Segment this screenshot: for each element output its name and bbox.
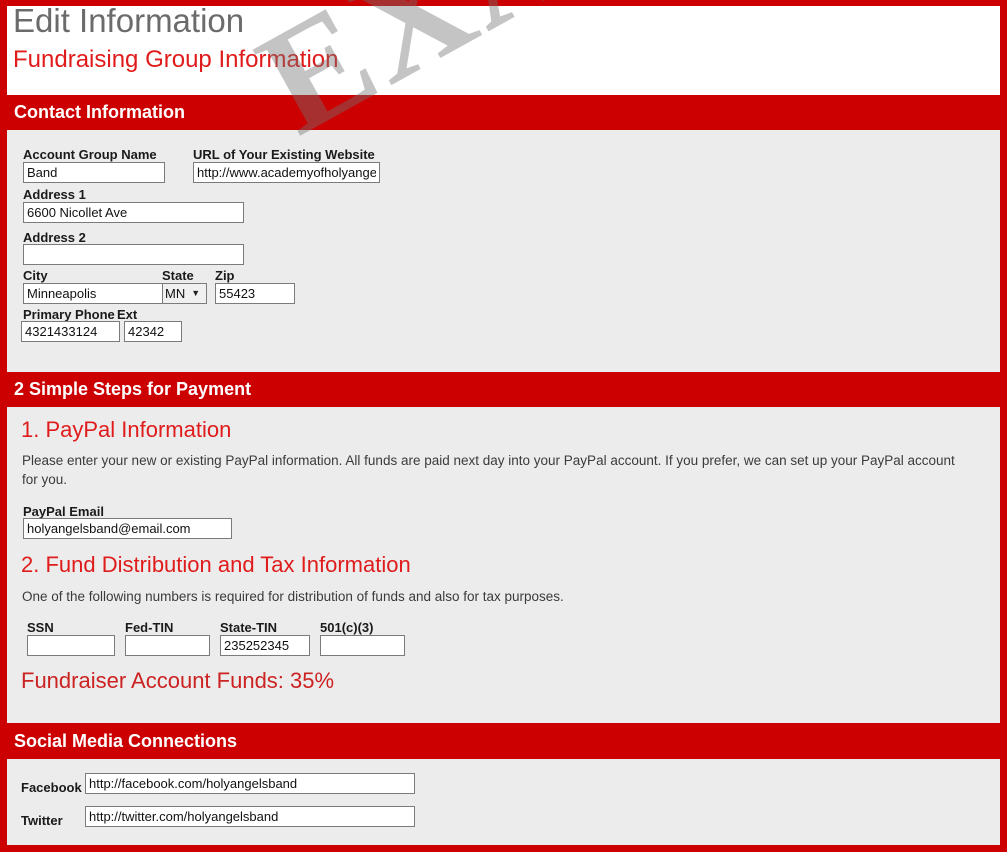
edit-information-page: Edit Information Fundraising Group Infor… (0, 0, 1007, 852)
section-header-payment: 2 Simple Steps for Payment (0, 372, 1007, 407)
website-url-input[interactable] (193, 162, 380, 183)
label-zip: Zip (215, 268, 235, 283)
primary-phone-input[interactable] (21, 321, 120, 342)
state-tin-input[interactable] (220, 635, 310, 656)
step1-paragraph: Please enter your new or existing PayPal… (22, 453, 955, 487)
label-ssn: SSN (27, 620, 54, 635)
nonprofit-501c3-input[interactable] (320, 635, 405, 656)
step2-paragraph: One of the following numbers is required… (22, 589, 564, 604)
paypal-email-input[interactable] (23, 518, 232, 539)
label-city: City (23, 268, 48, 283)
label-address2: Address 2 (23, 230, 86, 245)
address1-input[interactable] (23, 202, 244, 223)
label-account-group-name: Account Group Name (23, 147, 157, 162)
section-header-contact-label: Contact Information (14, 102, 185, 122)
label-address1: Address 1 (23, 187, 86, 202)
fed-tin-input[interactable] (125, 635, 210, 656)
page-title: Edit Information (13, 2, 245, 39)
city-input[interactable] (23, 283, 168, 304)
section-header-social-label: Social Media Connections (14, 730, 238, 751)
contact-information-panel: Account Group Name URL of Your Existing … (7, 130, 1000, 372)
label-website-url: URL of Your Existing Website (193, 147, 375, 162)
state-select[interactable]: MN ▼ (162, 283, 207, 304)
address2-input[interactable] (23, 244, 244, 265)
label-ext: Ext (117, 307, 138, 322)
label-twitter: Twitter (21, 813, 63, 828)
ssn-input[interactable] (27, 635, 115, 656)
section-header-social-media: Social Media Connections (0, 723, 1007, 759)
step2-heading: 2. Fund Distribution and Tax Information (21, 552, 411, 577)
fundraiser-account-funds: Fundraiser Account Funds: 35% (21, 668, 335, 693)
label-fed-tin: Fed-TIN (125, 620, 174, 635)
label-primary-phone: Primary Phone (23, 307, 115, 322)
section-header-payment-label: 2 Simple Steps for Payment (14, 379, 252, 399)
account-group-name-input[interactable] (23, 162, 165, 183)
social-media-panel: Facebook Twitter (7, 759, 1000, 845)
facebook-url-input[interactable] (85, 773, 415, 794)
state-select-value: MN (165, 286, 186, 301)
zip-input[interactable] (215, 283, 295, 304)
label-facebook: Facebook (21, 780, 82, 795)
page-header: Edit Information Fundraising Group Infor… (7, 2, 1000, 95)
ext-input[interactable] (124, 321, 182, 342)
label-state-tin: State-TIN (220, 620, 278, 635)
label-paypal-email: PayPal Email (23, 504, 104, 519)
twitter-url-input[interactable] (85, 806, 415, 827)
payment-panel: 1. PayPal Information Please enter your … (7, 407, 1000, 723)
section-header-contact-information: Contact Information (0, 95, 1007, 130)
label-501c3: 501(c)(3) (320, 620, 374, 635)
page-subtitle: Fundraising Group Information (13, 46, 339, 73)
label-state: State (162, 268, 194, 283)
chevron-down-icon: ▼ (191, 288, 201, 298)
step1-heading: 1. PayPal Information (21, 417, 232, 442)
